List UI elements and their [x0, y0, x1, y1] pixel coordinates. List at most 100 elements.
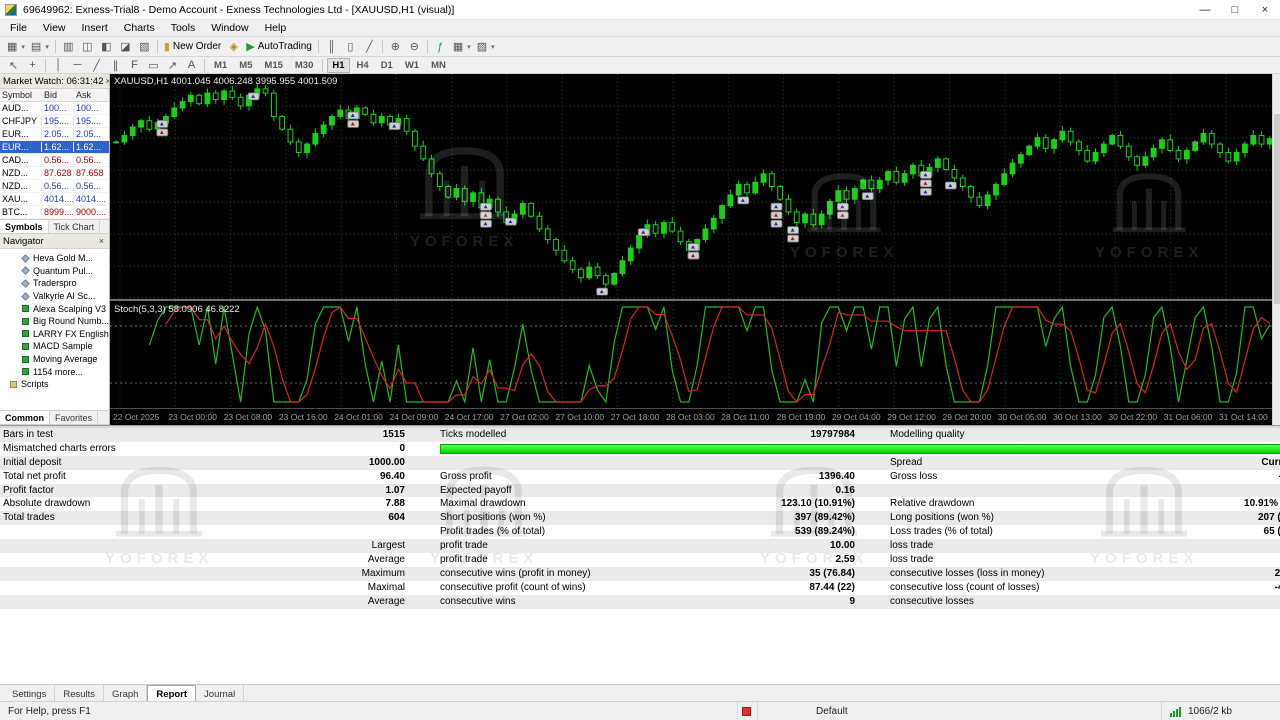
- chart-scrollbar-thumb[interactable]: [1274, 114, 1280, 304]
- candlestick-chart-button[interactable]: ▯: [341, 38, 360, 55]
- timeframe-d1[interactable]: D1: [376, 58, 398, 73]
- close-button[interactable]: ×: [1250, 0, 1280, 19]
- menu-charts[interactable]: Charts: [116, 21, 163, 35]
- periods-button[interactable]: ▦▾: [450, 38, 474, 55]
- horizontal-line-tool[interactable]: ─: [68, 57, 87, 74]
- navigator-item-heva-gold-m[interactable]: Heva Gold M...: [0, 252, 109, 265]
- terminal-icon: ◪: [120, 40, 130, 53]
- new-order-button[interactable]: ▮New Order: [161, 38, 224, 55]
- navigator-item-big-round-numb[interactable]: Big Round Numb...: [0, 315, 109, 328]
- line-chart-button[interactable]: ╱: [360, 38, 379, 55]
- market-watch-row[interactable]: NZD...87.62887.658: [0, 167, 109, 180]
- report-value: 0.16: [600, 485, 855, 496]
- cursor-tool[interactable]: ↖: [4, 57, 23, 74]
- timeframe-h1[interactable]: H1: [327, 58, 349, 73]
- templates-button[interactable]: ▨▾: [474, 38, 498, 55]
- timeframe-mn[interactable]: MN: [426, 58, 451, 73]
- minimize-button[interactable]: —: [1190, 0, 1220, 19]
- autotrading-button[interactable]: ▶AutoTrading: [243, 38, 315, 55]
- column-ask[interactable]: Ask: [74, 90, 106, 100]
- navigator-item-macd-sample[interactable]: MACD Sample: [0, 340, 109, 353]
- column-symbol[interactable]: Symbol: [0, 90, 42, 100]
- vertical-line-tool[interactable]: │: [49, 57, 68, 74]
- pane-splitter[interactable]: [110, 299, 1272, 301]
- shapes-tool[interactable]: ▭: [144, 57, 163, 74]
- profiles-button[interactable]: ▤▾: [28, 38, 52, 55]
- market-watch-row[interactable]: BTC...8999....9000....: [0, 206, 109, 219]
- tab-results[interactable]: Results: [55, 685, 104, 701]
- new-chart-button[interactable]: ▦▾: [4, 38, 28, 55]
- navigator-item-alexa-scalping-v3[interactable]: Alexa Scalping V3: [0, 302, 109, 315]
- metaeditor-button[interactable]: ◈: [224, 38, 243, 55]
- navigator-item-1154-more[interactable]: 1154 more...: [0, 365, 109, 378]
- tab-symbols[interactable]: Symbols: [0, 220, 49, 233]
- templates-icon: ▨: [477, 40, 487, 53]
- report-value: -20.00: [1088, 554, 1280, 565]
- navigator-item-scripts[interactable]: Scripts: [0, 378, 109, 391]
- timeframe-m1[interactable]: M1: [209, 58, 232, 73]
- tab-journal[interactable]: Journal: [196, 685, 244, 701]
- navigator-item-traderspro[interactable]: Traderspro: [0, 277, 109, 290]
- tab-favorites[interactable]: Favorites: [50, 411, 98, 424]
- market-watch-row[interactable]: EUR...1.62...1.62...: [0, 141, 109, 154]
- data-window-toggle[interactable]: ◫: [78, 38, 97, 55]
- timeframe-m15[interactable]: M15: [259, 58, 287, 73]
- timeframe-m30[interactable]: M30: [290, 58, 318, 73]
- menu-file[interactable]: File: [2, 21, 35, 35]
- tab-report[interactable]: Report: [147, 685, 196, 701]
- tab-tick-chart[interactable]: Tick Chart: [49, 220, 101, 233]
- menu-window[interactable]: Window: [203, 21, 256, 35]
- market-watch-row[interactable]: CHFJPY195....195....: [0, 115, 109, 128]
- tab-graph[interactable]: Graph: [104, 685, 147, 701]
- terminal-toggle[interactable]: ◪: [116, 38, 135, 55]
- timeframe-h4[interactable]: H4: [352, 58, 374, 73]
- market-watch-row[interactable]: EUR...2.05...2.05...: [0, 128, 109, 141]
- trendline-tool[interactable]: ╱: [87, 57, 106, 74]
- menu-tools[interactable]: Tools: [163, 21, 204, 35]
- report-value: 1396.40: [600, 471, 855, 482]
- report-label: consecutive losses: [890, 596, 974, 607]
- tab-common[interactable]: Common: [0, 411, 50, 424]
- autotrading-icon: ▶: [246, 40, 254, 53]
- navigator-item-larry-fx-english[interactable]: LARRY FX English: [0, 328, 109, 341]
- data-window-icon: ◫: [82, 40, 92, 53]
- status-profile[interactable]: Default: [758, 702, 1162, 720]
- timeframe-w1[interactable]: W1: [400, 58, 424, 73]
- chart-scrollbar[interactable]: [1272, 74, 1280, 425]
- navigator-item-valkyrie-ai-sc[interactable]: Valkyrie AI Sc...: [0, 290, 109, 303]
- crosshair-tool[interactable]: +: [23, 57, 42, 74]
- market-watch-row[interactable]: NZD...0.56...0.56...: [0, 180, 109, 193]
- market-watch-row[interactable]: CAD...0.56...0.56...: [0, 154, 109, 167]
- menu-insert[interactable]: Insert: [74, 21, 116, 35]
- indicators-button[interactable]: ƒ: [431, 38, 450, 55]
- text-tool[interactable]: A: [182, 57, 201, 74]
- tab-settings[interactable]: Settings: [4, 685, 55, 701]
- maximize-button[interactable]: □: [1220, 0, 1250, 19]
- channel-tool[interactable]: ∥: [106, 57, 125, 74]
- fibonacci-tool[interactable]: F: [125, 57, 144, 74]
- close-market-watch-button[interactable]: ×: [104, 76, 109, 86]
- zoom-in-button[interactable]: ⊕: [386, 38, 405, 55]
- close-navigator-button[interactable]: ×: [97, 236, 106, 246]
- navigator-item-moving-average[interactable]: Moving Average: [0, 353, 109, 366]
- stochastic-pane[interactable]: [110, 301, 1272, 408]
- time-axis-label: 28 Oct 03:00: [666, 412, 715, 422]
- arrows-tool[interactable]: ↗: [163, 57, 182, 74]
- market-watch-toggle[interactable]: ▥: [59, 38, 78, 55]
- stochastic-label: Stoch(5,3,3) 58.0906 46.8222: [114, 304, 240, 315]
- market-watch-row[interactable]: AUD...100...100...: [0, 102, 109, 115]
- navigator-item-quantum-pul[interactable]: Quantum Pul...: [0, 265, 109, 278]
- bar-chart-button[interactable]: ║: [322, 38, 341, 55]
- strategy-tester-toggle[interactable]: ▧: [135, 38, 154, 55]
- zoom-out-button[interactable]: ⊖: [405, 38, 424, 55]
- column-bid[interactable]: Bid: [42, 90, 74, 100]
- timeframe-m5[interactable]: M5: [234, 58, 257, 73]
- menu-view[interactable]: View: [35, 21, 74, 35]
- navigator-toggle[interactable]: ◧: [97, 38, 116, 55]
- candlestick-pane[interactable]: [110, 74, 1272, 299]
- menu-help[interactable]: Help: [257, 21, 295, 35]
- market-watch-row[interactable]: XAU...4014....4014....: [0, 193, 109, 206]
- report-label: Total net profit: [3, 471, 66, 482]
- price-chart[interactable]: XAUUSD,H1 4001.045 4006.248 3995.955 400…: [110, 74, 1272, 425]
- report-value: 35 (76.84): [600, 568, 855, 579]
